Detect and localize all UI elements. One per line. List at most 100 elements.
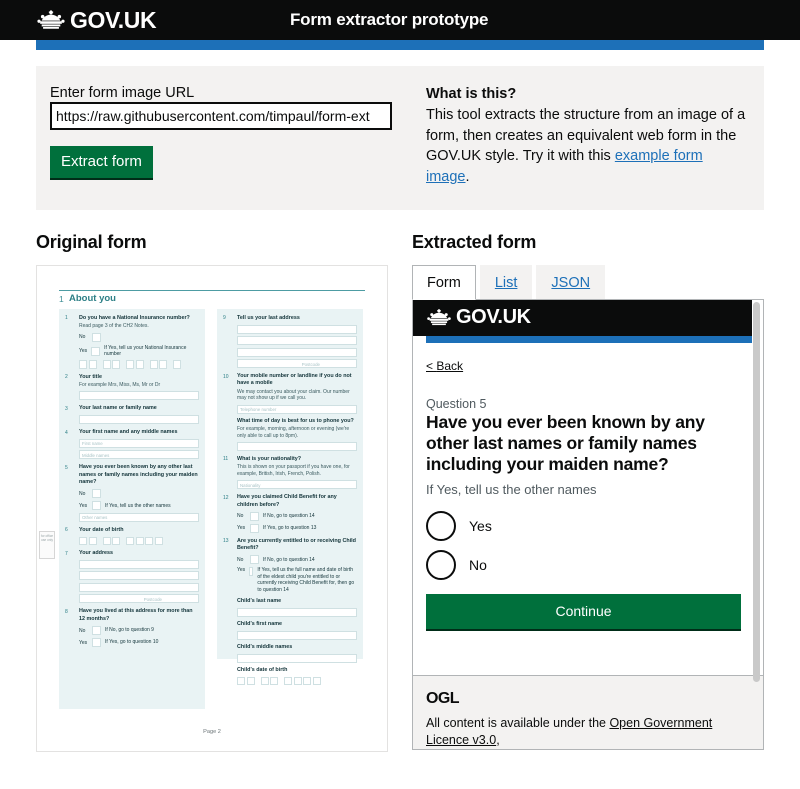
scan-checkbox[interactable]: [250, 555, 259, 565]
scan-cell[interactable]: [154, 536, 163, 546]
scan-checkbox[interactable]: [92, 501, 101, 511]
scan-q-title: Have you lived at this address for more …: [79, 608, 193, 622]
scan-child-middle-names-input[interactable]: [237, 653, 357, 663]
chevron-left-icon: <: [426, 358, 434, 373]
header-brand: GOV.UK: [70, 6, 157, 33]
scan-text-input[interactable]: [237, 441, 357, 451]
scan-checkbox[interactable]: [91, 346, 101, 356]
scan-cell[interactable]: [303, 676, 311, 686]
govuk-logo[interactable]: GOV.UK: [36, 6, 157, 33]
footer-text-after: ,: [496, 733, 500, 748]
scan-text-input-other-names[interactable]: [79, 512, 199, 522]
scan-text-input[interactable]: [79, 391, 199, 401]
radio-option-no[interactable]: No: [426, 549, 741, 580]
scan-cell[interactable]: [88, 360, 97, 369]
scan-question-12: 12 Have you claimed Child Benefit for an…: [223, 494, 357, 533]
scan-address-line-3[interactable]: [79, 582, 199, 592]
scan-cell[interactable]: [102, 360, 111, 369]
scan-option-text: If Yes, go to question 13: [263, 525, 317, 532]
scan-cell[interactable]: [293, 676, 302, 686]
scan-text-input-middle-names[interactable]: [79, 450, 199, 460]
scan-cell[interactable]: [126, 360, 134, 369]
scan-checkbox[interactable]: [250, 511, 259, 521]
scan-cell[interactable]: [270, 676, 278, 686]
scan-option-yes: Yes If Yes, tell us the other names: [79, 501, 199, 511]
scan-cell[interactable]: [102, 536, 111, 546]
scan-cell[interactable]: [112, 536, 120, 546]
scan-cell[interactable]: [112, 360, 120, 369]
scan-child-first-name-input[interactable]: [237, 631, 357, 641]
preview-scrollbar[interactable]: [753, 301, 760, 682]
scan-checkbox[interactable]: [250, 523, 259, 533]
scan-cell[interactable]: [88, 536, 97, 546]
scan-cell[interactable]: [159, 360, 167, 369]
scan-checkbox[interactable]: [92, 332, 101, 342]
scan-text-input[interactable]: [79, 415, 199, 425]
scan-question-2: 2 Your title For example Mrs, Miss, Ms, …: [65, 374, 199, 401]
scan-child-first-name-label: Child's first name: [237, 621, 283, 628]
scan-cell[interactable]: [173, 360, 181, 369]
tab-list[interactable]: List: [479, 264, 533, 299]
scan-cell[interactable]: [312, 676, 321, 686]
scan-option-label: No: [237, 556, 244, 563]
tab-json[interactable]: JSON: [536, 264, 606, 299]
scan-q-title: Your title: [79, 373, 102, 380]
tab-form[interactable]: Form: [412, 264, 476, 300]
scan-q-title: Your last name or family name: [79, 405, 157, 412]
scan-cell[interactable]: [135, 360, 144, 369]
url-field-label: Enter form image URL: [50, 85, 195, 101]
extracted-form-heading: Extracted form: [412, 231, 537, 252]
scan-q-number: 7: [65, 550, 68, 557]
scan-address-line-3[interactable]: [237, 347, 357, 357]
scan-cell[interactable]: [237, 676, 245, 686]
scan-nationality-input[interactable]: [237, 480, 357, 490]
scan-question-13: 13 Are you currently entitled to or rece…: [223, 538, 357, 686]
original-form-image: 1 About you for office use only 1 Do you…: [36, 264, 388, 752]
scan-cell[interactable]: [284, 676, 292, 686]
scan-cell[interactable]: [79, 536, 87, 546]
scan-address-line-2[interactable]: [237, 336, 357, 346]
app-title: Form extractor prototype: [290, 10, 489, 29]
scan-option-label: Yes: [79, 639, 88, 646]
scan-cell[interactable]: [145, 536, 153, 546]
scan-cell[interactable]: [126, 536, 134, 546]
scan-checkbox[interactable]: [92, 638, 101, 648]
scan-telephone-input[interactable]: [237, 404, 357, 414]
scan-cell[interactable]: [246, 676, 255, 686]
radio-button-yes[interactable]: [426, 510, 456, 541]
continue-button[interactable]: Continue: [426, 593, 741, 631]
scan-option-no: No: [79, 332, 199, 342]
scan-option-yes: Yes If Yes, go to question 10: [79, 638, 199, 648]
scan-question-3: 3 Your last name or family name: [65, 405, 199, 425]
scan-address-line-1[interactable]: [79, 559, 199, 569]
scan-checkbox[interactable]: [92, 489, 101, 499]
form-image-url-input[interactable]: [50, 102, 392, 131]
scan-child-last-name-input[interactable]: [237, 608, 357, 618]
site-header: GOV.UK Form extractor prototype: [0, 0, 800, 40]
scan-cell[interactable]: [79, 360, 87, 369]
scan-text-input-first-name[interactable]: [79, 438, 199, 448]
scan-address-line-2[interactable]: [79, 571, 199, 581]
scan-q-hint: We may contact you about your claim. Our…: [237, 388, 350, 402]
scan-q-title: Your date of birth: [79, 526, 124, 533]
radio-button-no[interactable]: [426, 549, 456, 580]
scan-checkbox[interactable]: [92, 626, 101, 636]
extract-form-button[interactable]: Extract form: [50, 146, 153, 181]
crown-icon: [427, 309, 451, 326]
scan-postcode-input[interactable]: [237, 359, 357, 369]
scan-postcode-input[interactable]: [79, 594, 199, 604]
scan-q-number: 11: [223, 456, 229, 463]
scan-cell[interactable]: [135, 536, 144, 546]
scan-cell[interactable]: [260, 676, 269, 686]
scan-cell[interactable]: [149, 360, 158, 369]
scan-address-line-1[interactable]: [237, 324, 357, 334]
extracted-form-column: Extracted form Form List JSON GOV.UK < B…: [412, 232, 764, 752]
scan-child-last-name-label: Child's last name: [237, 598, 282, 605]
back-link[interactable]: < Back: [426, 359, 463, 373]
scan-divider: [59, 289, 365, 292]
radio-option-yes[interactable]: Yes: [426, 510, 741, 541]
scan-option-no: No: [79, 489, 199, 499]
intro-panel: Enter form image URL Extract form What i…: [36, 66, 764, 210]
scan-checkbox[interactable]: [249, 567, 254, 577]
scan-option-yes: Yes If Yes, tell us the full name and da…: [237, 567, 357, 593]
